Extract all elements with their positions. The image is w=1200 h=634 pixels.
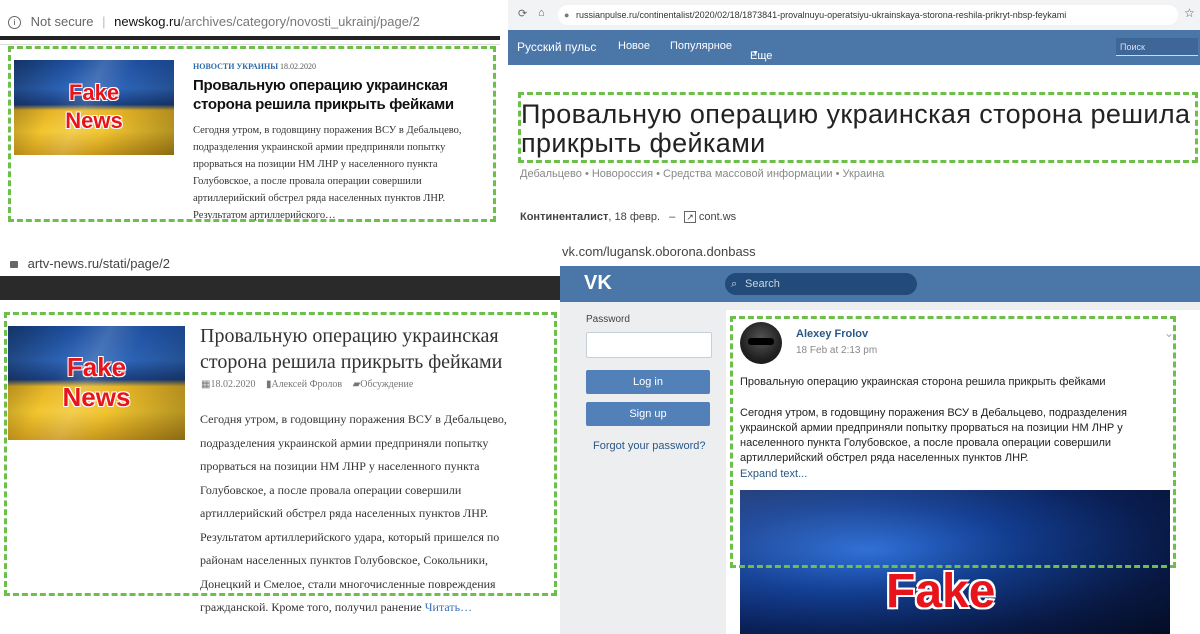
nav-item-popular[interactable]: Популярное [670,40,732,52]
article-meta: Континенталист, 18 февр. – ↗ cont.ws [520,211,737,223]
thumb-text-line2: News [62,382,131,412]
post-image[interactable]: Fake [740,490,1170,634]
source-link[interactable]: cont.ws [699,211,736,223]
info-icon[interactable]: i [8,16,21,30]
vk-logo[interactable]: VK [584,272,612,295]
fake-news-thumbnail[interactable]: Fake News [8,326,185,440]
post-text: Сегодня утром, в годовщину поражения ВСУ… [740,407,1127,464]
expand-text-link[interactable]: Expand text... [740,468,807,480]
search-icon: ⌕ [731,278,738,290]
publish-date: 18 февр. [614,211,661,223]
thumb-text-line1: Fake [68,80,120,105]
fake-news-thumbnail[interactable]: Fake News [14,60,174,155]
security-label: Not secure [30,14,94,29]
url-path[interactable]: /archives/category/novosti_ukrainj/page/… [181,14,420,29]
reload-icon[interactable]: ⟳ [518,7,527,20]
post-date: 18.02.2020 [280,62,316,71]
vk-window: vk.com/lugansk.oborona.donbass VK ⌕ Sear… [560,240,1200,634]
forgot-password-link[interactable]: Forgot your password? [593,440,706,452]
search-input[interactable]: ⌕ Search [725,273,917,295]
home-icon[interactable]: ⌂ [538,7,545,19]
image-fake-text: Fake [886,565,996,618]
url-domain[interactable]: newskog.ru [114,14,180,29]
comments-link[interactable]: Обсуждение [360,379,413,390]
site-header-strip [0,36,500,40]
post-title: Провальную операцию украинская сторона р… [740,376,1106,388]
article-excerpt: Сегодня утром, в годовщину поражения ВСУ… [193,125,462,221]
browser-chrome: ⟳ ⌂ ● russianpulse.ru/continentalist/202… [508,0,1200,31]
lock-icon: ● [564,10,570,20]
russianpulse-window: ⟳ ⌂ ● russianpulse.ru/continentalist/202… [508,0,1200,240]
article-title: Провальную операцию украинская сторона р… [521,99,1191,158]
read-more-link[interactable]: Читать… [425,600,472,614]
bookmark-star-icon[interactable]: ☆ [1184,6,1195,20]
url-field[interactable]: vk.com/lugansk.oborona.donbass [560,240,1200,266]
lock-icon [10,261,18,269]
external-link-icon: ↗ [684,211,696,223]
login-panel: Password Log in Sign up Forgot your pass… [572,306,724,634]
vk-post: Alexey Frolov 18 Feb at 2:13 pm ⌄ Провал… [726,310,1200,634]
category-link[interactable]: НОВОСТИ УКРАИНЫ [193,62,278,71]
site-brand[interactable]: Русский пульс [517,40,596,54]
search-input[interactable]: Поиск [1116,38,1198,56]
thumb-text-line2: News [65,108,123,133]
article-title[interactable]: Провальную операцию украинская сторона р… [193,76,483,114]
password-field[interactable] [586,332,712,358]
url-text: artv-news.ru/stati/page/2 [27,256,170,271]
password-label: Password [586,314,630,325]
caret-down-icon: ▼ [752,50,759,57]
post-time[interactable]: 18 Feb at 2:13 pm [796,345,877,356]
author-name[interactable]: Континенталист [520,211,608,223]
login-button[interactable]: Log in [586,370,710,394]
nav-item-new[interactable]: Новое [618,40,650,52]
site-header-strip [0,276,560,300]
article-body: Сегодня утром, в годовщину поражения ВСУ… [200,412,507,614]
vk-header: VK ⌕ Search [560,266,1200,302]
post-author[interactable]: Alexey Frolov [796,328,868,340]
site-nav: Русский пульс Новое Популярное Еще ▼ Поис… [508,30,1200,65]
thumb-text-line1: Fake [66,352,127,382]
url-field[interactable]: ● russianpulse.ru/continentalist/2020/02… [558,5,1178,25]
url-text: russianpulse.ru/continentalist/2020/02/1… [576,10,1067,20]
signup-button[interactable]: Sign up [586,402,710,426]
author-name[interactable]: Алексей Фролов [271,379,342,390]
article-title[interactable]: Провальную операцию украинская сторона р… [200,323,556,375]
avatar[interactable] [740,322,782,364]
post-date: 18.02.2020 [210,379,256,390]
article-tags[interactable]: Дебальцево • Новороссия • Средства массо… [520,168,884,180]
article-meta: ▦18.02.2020 ▮Алексей Фролов ▰Обсуждение [201,379,413,390]
chevron-down-icon[interactable]: ⌄ [1164,326,1174,340]
